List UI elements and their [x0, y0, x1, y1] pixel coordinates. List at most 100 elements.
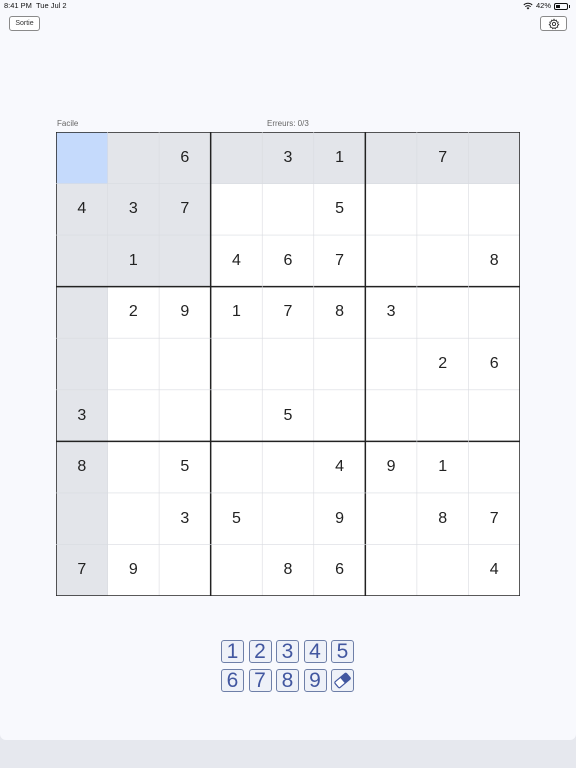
- sudoku-cell-r2c9[interactable]: [468, 183, 520, 236]
- sudoku-cell-r2c2[interactable]: 3: [107, 183, 160, 236]
- exit-button[interactable]: Sortie: [9, 16, 40, 31]
- sudoku-cell-r3c7[interactable]: [365, 235, 417, 287]
- sudoku-cell-r1c6[interactable]: 1: [313, 132, 366, 184]
- sudoku-cell-r6c2[interactable]: [107, 389, 160, 442]
- status-date: Tue Jul 2: [36, 1, 67, 10]
- sudoku-cell-r3c9[interactable]: 8: [468, 235, 520, 287]
- sudoku-cell-r8c6[interactable]: 9: [313, 492, 366, 545]
- sudoku-cell-r5c4[interactable]: [210, 338, 263, 390]
- sudoku-cell-r9c9[interactable]: 4: [468, 544, 520, 596]
- sudoku-cell-r9c2[interactable]: 9: [107, 544, 160, 596]
- battery-icon: [554, 2, 570, 10]
- sudoku-cell-r1c4[interactable]: [210, 132, 263, 184]
- sudoku-cell-r2c6[interactable]: 5: [313, 183, 366, 236]
- sudoku-cell-r3c4[interactable]: 4: [210, 235, 263, 287]
- number-key-6[interactable]: 6: [221, 669, 244, 692]
- sudoku-cell-r4c8[interactable]: [416, 286, 469, 339]
- wifi-icon: [523, 2, 533, 10]
- sudoku-cell-r2c7[interactable]: [365, 183, 417, 236]
- sudoku-cell-r8c9[interactable]: 7: [468, 492, 520, 545]
- number-key-9[interactable]: 9: [303, 669, 327, 692]
- sudoku-cell-r8c2[interactable]: [107, 492, 160, 545]
- battery-percent: 42%: [535, 1, 551, 10]
- sudoku-cell-r1c3[interactable]: 6: [159, 132, 211, 184]
- sudoku-cell-r6c5[interactable]: 5: [262, 389, 314, 442]
- sudoku-cell-r3c2[interactable]: 1: [107, 235, 160, 287]
- sudoku-cell-r6c6[interactable]: [313, 389, 366, 442]
- sudoku-cell-r5c9[interactable]: 6: [468, 338, 520, 390]
- number-key-4[interactable]: 4: [303, 640, 327, 663]
- sudoku-cell-r9c3[interactable]: [159, 544, 211, 596]
- sudoku-cell-r6c4[interactable]: [210, 389, 263, 442]
- sudoku-cell-r4c7[interactable]: 3: [365, 286, 417, 339]
- sudoku-cell-r8c1[interactable]: [56, 492, 108, 545]
- sudoku-cell-r6c7[interactable]: [365, 389, 417, 442]
- number-key-7[interactable]: 7: [248, 669, 272, 692]
- sudoku-cell-r8c8[interactable]: 8: [416, 492, 469, 545]
- number-key-3[interactable]: 3: [276, 640, 299, 663]
- sudoku-cell-r1c2[interactable]: [107, 132, 160, 184]
- sudoku-cell-r4c6[interactable]: 8: [313, 286, 366, 339]
- sudoku-cell-r7c5[interactable]: [262, 441, 314, 493]
- sudoku-cell-r1c8[interactable]: 7: [416, 132, 469, 184]
- sudoku-cell-r4c9[interactable]: [468, 286, 520, 339]
- sudoku-cell-r9c4[interactable]: [210, 544, 263, 596]
- sudoku-cell-r2c4[interactable]: [210, 183, 263, 236]
- sudoku-cell-r7c1[interactable]: 8: [56, 441, 108, 493]
- sudoku-cell-r1c5[interactable]: 3: [262, 132, 314, 184]
- sudoku-cell-r3c6[interactable]: 7: [313, 235, 366, 287]
- sudoku-cell-r7c6[interactable]: 4: [313, 441, 366, 493]
- sudoku-cell-r7c7[interactable]: 9: [365, 441, 417, 493]
- sudoku-cell-r1c7[interactable]: [365, 132, 417, 184]
- sudoku-cell-r3c5[interactable]: 6: [262, 235, 314, 287]
- sudoku-cell-r9c6[interactable]: 6: [313, 544, 366, 596]
- sudoku-cell-r6c9[interactable]: [468, 389, 520, 442]
- sudoku-cell-r9c7[interactable]: [365, 544, 417, 596]
- sudoku-cell-r2c1[interactable]: 4: [56, 183, 108, 236]
- number-key-2[interactable]: 2: [248, 640, 272, 663]
- number-key-1[interactable]: 1: [221, 640, 244, 663]
- sudoku-cell-r7c2[interactable]: [107, 441, 160, 493]
- sudoku-cell-r4c1[interactable]: [56, 286, 108, 339]
- sudoku-cell-r2c3[interactable]: 7: [159, 183, 211, 236]
- sudoku-cell-r2c5[interactable]: [262, 183, 314, 236]
- sudoku-cell-r7c8[interactable]: 1: [416, 441, 469, 493]
- sudoku-cell-r1c1[interactable]: [56, 132, 108, 184]
- sudoku-cell-r3c8[interactable]: [416, 235, 469, 287]
- sudoku-cell-r7c9[interactable]: [468, 441, 520, 493]
- sudoku-cell-r3c1[interactable]: [56, 235, 108, 287]
- sudoku-cell-r9c5[interactable]: 8: [262, 544, 314, 596]
- sudoku-cell-r5c1[interactable]: [56, 338, 108, 390]
- sudoku-cell-r5c7[interactable]: [365, 338, 417, 390]
- sudoku-cell-r8c5[interactable]: [262, 492, 314, 545]
- app-screen: 8:41 PM Tue Jul 2 42% Sortie Facile Erre…: [0, 0, 576, 740]
- sudoku-cell-r9c8[interactable]: [416, 544, 469, 596]
- sudoku-cell-r4c3[interactable]: 9: [159, 286, 211, 339]
- number-key-8[interactable]: 8: [276, 669, 299, 692]
- sudoku-cell-r6c8[interactable]: [416, 389, 469, 442]
- number-key-5[interactable]: 5: [331, 640, 354, 663]
- sudoku-cell-r8c7[interactable]: [365, 492, 417, 545]
- sudoku-cell-r4c4[interactable]: 1: [210, 286, 263, 339]
- sudoku-cell-r6c3[interactable]: [159, 389, 211, 442]
- sudoku-cell-r4c5[interactable]: 7: [262, 286, 314, 339]
- sudoku-cell-r5c8[interactable]: 2: [416, 338, 469, 390]
- eraser-button[interactable]: [331, 669, 354, 692]
- sudoku-cell-r7c4[interactable]: [210, 441, 263, 493]
- sudoku-cell-r2c8[interactable]: [416, 183, 469, 236]
- sudoku-cell-r1c9[interactable]: [468, 132, 520, 184]
- gear-icon: [548, 17, 559, 29]
- sudoku-cell-r6c1[interactable]: 3: [56, 389, 108, 442]
- sudoku-cell-r7c3[interactable]: 5: [159, 441, 211, 493]
- sudoku-cell-r8c3[interactable]: 3: [159, 492, 211, 545]
- sudoku-cell-r5c2[interactable]: [107, 338, 160, 390]
- sudoku-cell-r5c5[interactable]: [262, 338, 314, 390]
- sudoku-cell-r5c6[interactable]: [313, 338, 366, 390]
- sudoku-cell-r8c4[interactable]: 5: [210, 492, 263, 545]
- sudoku-cell-r9c1[interactable]: 7: [56, 544, 108, 596]
- sudoku-cell-r5c3[interactable]: [159, 338, 211, 390]
- settings-button[interactable]: [540, 16, 567, 31]
- sudoku-cell-r3c3[interactable]: [159, 235, 211, 287]
- sudoku-cell-r4c2[interactable]: 2: [107, 286, 160, 339]
- status-time: 8:41 PM: [4, 1, 32, 10]
